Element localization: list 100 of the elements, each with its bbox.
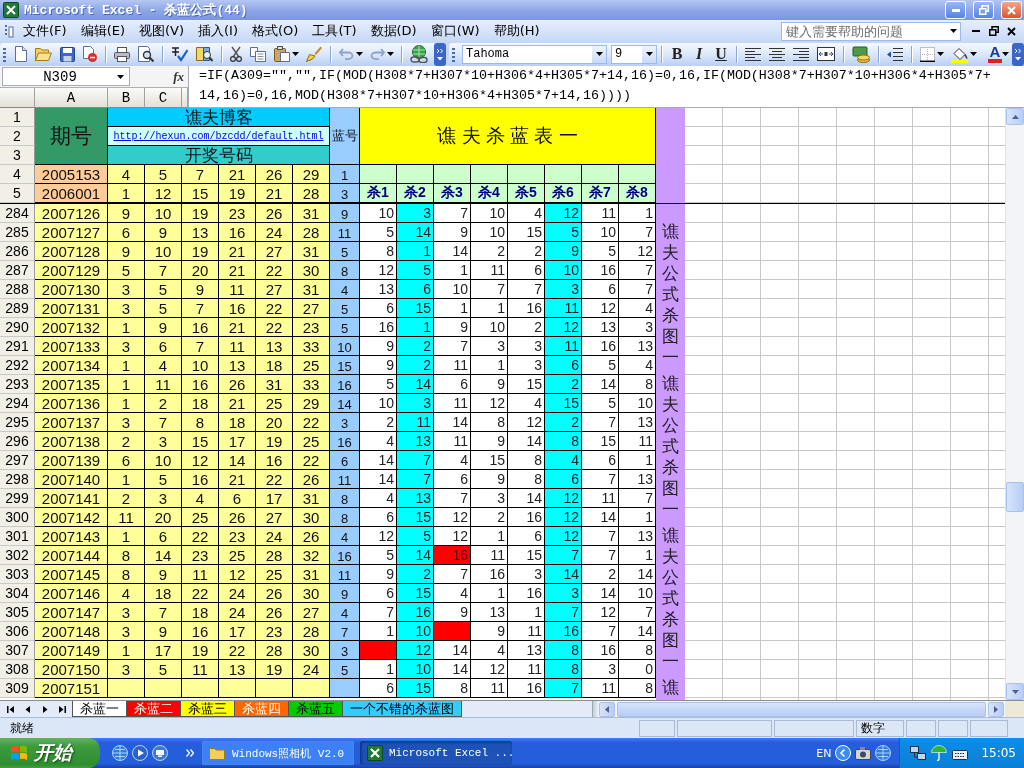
row-header[interactable]: 288 <box>0 280 35 299</box>
row-header[interactable]: 293 <box>0 375 35 394</box>
borders-icon[interactable] <box>920 46 935 62</box>
align-right-icon[interactable] <box>793 47 809 61</box>
sheet-tab[interactable]: 杀蓝三 <box>180 701 235 717</box>
font-dropdown[interactable]: Tahoma <box>462 44 607 64</box>
row-header[interactable]: 3 <box>0 146 35 165</box>
grip-icon[interactable] <box>3 46 6 62</box>
globe-icon[interactable] <box>875 745 892 761</box>
row-header[interactable]: 307 <box>0 641 35 660</box>
row-header[interactable]: 4 <box>0 165 35 184</box>
clipboard-icon[interactable] <box>274 46 290 62</box>
caret-icon[interactable] <box>937 52 944 56</box>
row-header[interactable]: 284 <box>0 204 35 223</box>
open-folder-icon[interactable] <box>35 47 52 61</box>
row-header[interactable]: 309 <box>0 679 35 698</box>
row-header[interactable]: 291 <box>0 337 35 356</box>
scrollbar-thumb[interactable] <box>1006 482 1024 512</box>
row-header[interactable]: 305 <box>0 603 35 622</box>
menu-item[interactable]: 视图(V) <box>132 22 192 40</box>
decrease-indent-icon[interactable] <box>887 47 903 61</box>
paintbrush-icon[interactable] <box>306 46 322 62</box>
triangle-left-icon[interactable] <box>23 705 32 713</box>
caret-icon[interactable] <box>645 52 653 56</box>
tab-split-handle[interactable] <box>592 701 598 717</box>
row-header[interactable]: 295 <box>0 413 35 432</box>
row-header[interactable]: 289 <box>0 299 35 318</box>
row-header[interactable]: 287 <box>0 261 35 280</box>
sheet-tab[interactable]: 杀蓝一 <box>72 701 127 717</box>
network-icon[interactable] <box>910 746 927 760</box>
scroll-left-button[interactable] <box>599 701 615 717</box>
column-header[interactable]: C <box>145 88 182 108</box>
grip-icon[interactable] <box>452 46 455 62</box>
sheet-tab[interactable]: 一个不错的杀蓝图 <box>342 701 462 717</box>
play-icon[interactable] <box>132 745 148 761</box>
globe-chain-icon[interactable] <box>410 45 428 63</box>
spell-check-icon[interactable] <box>171 46 188 62</box>
row-header[interactable]: 290 <box>0 318 35 337</box>
toolbar-options-icon[interactable] <box>1012 42 1024 66</box>
caret-icon[interactable] <box>950 29 957 33</box>
scroll-up-button[interactable] <box>1006 108 1024 125</box>
triangle-right-icon[interactable] <box>40 705 49 713</box>
font-size-dropdown[interactable]: 9 <box>611 44 657 64</box>
help-search-field[interactable]: 键入需要帮助的问题 <box>781 21 961 41</box>
row-header[interactable]: 300 <box>0 508 35 527</box>
globe-icon[interactable] <box>112 745 128 761</box>
row-header[interactable]: 285 <box>0 223 35 242</box>
row-header[interactable]: 297 <box>0 451 35 470</box>
menu-item[interactable]: 格式(O) <box>245 22 306 40</box>
row-header[interactable]: 286 <box>0 242 35 261</box>
sheet-tab[interactable]: 杀蓝二 <box>126 701 181 717</box>
grip-icon[interactable] <box>4 24 14 38</box>
sheet-tab[interactable]: 杀蓝五 <box>288 701 343 717</box>
blog-link[interactable]: http://hexun.com/bzcdd/default.html <box>113 130 324 142</box>
row-header[interactable]: 303 <box>0 565 35 584</box>
taskbar-button[interactable]: Microsoft Excel ... <box>360 741 512 765</box>
menu-item[interactable]: 帮助(H) <box>486 22 547 40</box>
row-header[interactable]: 5 <box>0 184 35 203</box>
toolbar-options-icon[interactable] <box>434 42 446 66</box>
row-header[interactable]: 296 <box>0 432 35 451</box>
caret-icon[interactable] <box>356 52 363 56</box>
row-header[interactable]: 304 <box>0 584 35 603</box>
caret-icon[interactable] <box>117 74 124 79</box>
caret-icon[interactable] <box>1002 52 1009 56</box>
menu-item[interactable]: 工具(T) <box>305 22 364 40</box>
select-all-button[interactable] <box>0 88 35 108</box>
merge-center-icon[interactable] <box>817 47 835 61</box>
book-magnifier-icon[interactable] <box>196 46 213 62</box>
row-header[interactable]: 2 <box>0 127 35 146</box>
row-header[interactable]: 306 <box>0 622 35 641</box>
row-header[interactable]: 1 <box>0 108 35 127</box>
bold-button[interactable]: B <box>666 43 688 65</box>
align-left-icon[interactable] <box>745 47 761 61</box>
taskbar-button[interactable]: Windows照相机 V2.0 <box>202 741 354 765</box>
chevron-icon[interactable] <box>186 749 194 757</box>
save-icon[interactable] <box>60 46 75 62</box>
menu-item[interactable]: 数据(D) <box>363 22 424 40</box>
start-button[interactable]: 开始 <box>0 738 100 768</box>
printer-icon[interactable] <box>114 46 130 62</box>
money-icon[interactable] <box>852 45 870 63</box>
expand-icon[interactable] <box>835 745 852 761</box>
caret-icon[interactable] <box>387 52 394 56</box>
scroll-right-button[interactable] <box>988 701 1004 717</box>
insert-function-button[interactable]: fx <box>173 68 184 85</box>
fill-bucket-icon[interactable] <box>951 45 968 63</box>
monitor-icon[interactable] <box>152 745 168 761</box>
column-header[interactable]: B <box>108 88 145 108</box>
formula-field[interactable]: =IF(A309="","",IF(MOD(H308*7+H307*10+H306*4+H305*7+14,16)=0,16,IF(MOD(H308*7+H307*10+H306*4+H305*7+14,16)=0,16,MOD(H308*7+H307*10+H306*4+H305*7+14,16)))) <box>188 66 1024 108</box>
scroll-down-button[interactable] <box>1006 683 1024 700</box>
row-header[interactable]: 292 <box>0 356 35 375</box>
align-center-icon[interactable] <box>769 47 785 61</box>
document-no-entry-icon[interactable] <box>83 46 97 62</box>
column-header[interactable]: A <box>35 88 108 108</box>
row-header[interactable]: 298 <box>0 470 35 489</box>
column-header[interactable] <box>182 88 188 108</box>
camera-icon[interactable] <box>855 746 872 760</box>
menu-item[interactable]: 编辑(E) <box>73 22 132 40</box>
italic-button[interactable]: I <box>688 43 710 65</box>
language-indicator[interactable]: EN <box>816 746 832 760</box>
row-header[interactable]: 299 <box>0 489 35 508</box>
